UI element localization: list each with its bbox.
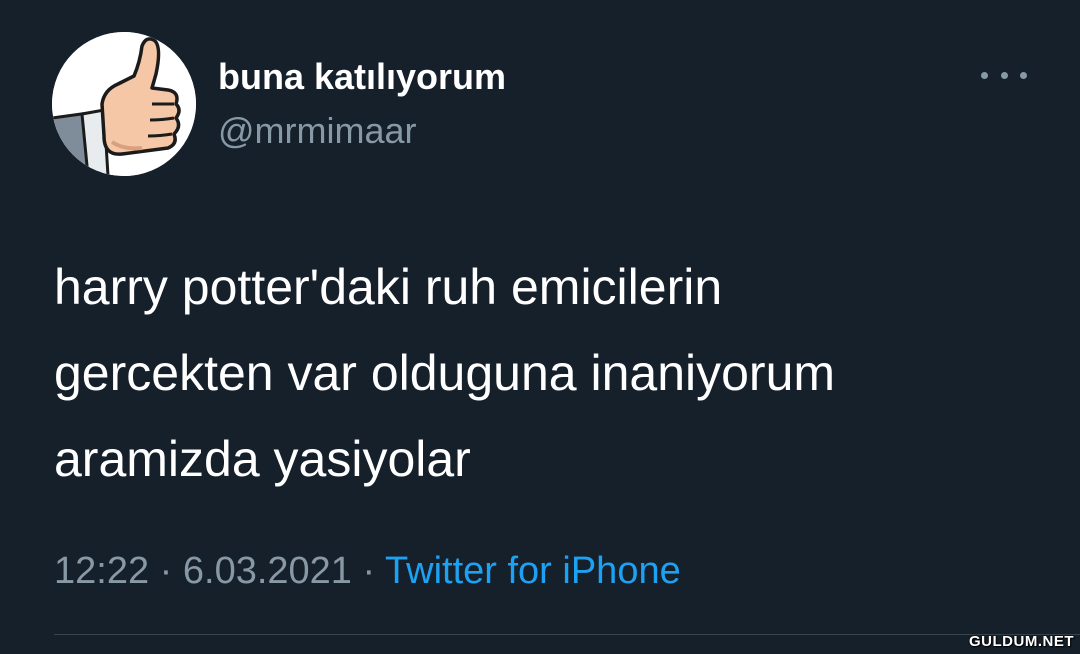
watermark: GULDUM.NET [969, 633, 1074, 650]
meta-separator: · [159, 550, 173, 592]
avatar[interactable] [52, 32, 196, 176]
tweet-text-line: gercekten var olduguna inaniyorum [54, 345, 836, 401]
more-dots-icon [1000, 71, 1008, 79]
tweet-text-line: harry potter'daki ruh emicilerin [54, 259, 723, 315]
tweet-card: buna katılıyorum @mrmimaar harry potter'… [0, 0, 1080, 654]
meta-separator: · [362, 550, 376, 592]
thumbs-up-icon [52, 32, 196, 176]
more-dots-icon [981, 71, 988, 79]
more-dots-icon [1020, 71, 1027, 79]
tweet-metadata: 12:22 · 6.03.2021 · Twitter for iPhone [54, 550, 681, 593]
tweet-text: harry potter'daki ruh emicilerin gercekt… [54, 244, 1034, 502]
tweet-source-link[interactable]: Twitter for iPhone [385, 550, 681, 592]
display-name[interactable]: buna katılıyorum [218, 56, 506, 98]
tweet-text-line: aramizda yasiyolar [54, 431, 471, 487]
more-options-button[interactable] [981, 62, 1027, 88]
tweet-time[interactable]: 12:22 [54, 550, 149, 592]
user-handle[interactable]: @mrmimaar [218, 110, 417, 152]
tweet-date[interactable]: 6.03.2021 [183, 550, 352, 592]
divider [54, 634, 1080, 635]
